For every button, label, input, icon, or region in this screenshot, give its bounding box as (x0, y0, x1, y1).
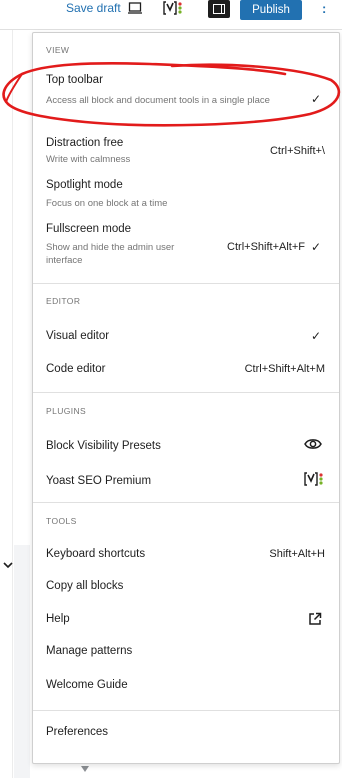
menu-item-description: Focus on one block at a time (46, 198, 168, 209)
menu-item-label: Yoast SEO Premium (46, 475, 152, 487)
menu-item-manage-patterns[interactable]: Manage patterns (33, 638, 339, 666)
menu-item-label: Spotlight mode (46, 179, 123, 191)
preview-icon[interactable] (128, 2, 142, 14)
menu-item-label: Block Visibility Presets (46, 440, 161, 452)
menu-divider (33, 502, 339, 503)
menu-item-label: Distraction free (46, 137, 124, 149)
menu-item-label: Visual editor (46, 330, 110, 342)
menu-item-label: Copy all blocks (46, 580, 124, 592)
yoast-icon (304, 472, 323, 486)
keyboard-shortcut: Ctrl+Shift+\ (269, 145, 325, 157)
menu-item-label: Keyboard shortcuts (46, 548, 146, 560)
eye-icon (304, 439, 322, 449)
menu-item-help[interactable]: Help (33, 606, 339, 634)
section-header-editor: EDITOR (46, 296, 81, 306)
yoast-toolbar-icon[interactable] (163, 0, 185, 16)
menu-item-label: Top toolbar (46, 74, 103, 86)
menu-item-welcome-guide[interactable]: Welcome Guide (33, 671, 339, 699)
settings-panel-button[interactable] (208, 0, 230, 18)
menu-item-label: Help (46, 613, 70, 625)
menu-item-fullscreen-mode[interactable]: Fullscreen mode Show and hide the admin … (33, 219, 339, 275)
menu-divider (33, 710, 339, 711)
menu-item-description: Show and hide the admin user interface (46, 242, 175, 266)
keyboard-shortcut: Ctrl+Shift+Alt+F (227, 241, 305, 253)
sidebar-toggle-icon (213, 4, 225, 14)
menu-item-label: Welcome Guide (46, 679, 128, 691)
checkmark-icon: ✓ (310, 240, 321, 254)
menu-item-label: Preferences (46, 726, 109, 738)
menu-item-top-toolbar[interactable]: Top toolbar Access all block and documen… (33, 69, 339, 119)
section-header-view: VIEW (46, 45, 70, 55)
menu-item-preferences[interactable]: Preferences (33, 719, 339, 749)
scroll-down-arrow-icon[interactable] (81, 766, 89, 772)
menu-item-copy-all-blocks[interactable]: Copy all blocks (33, 573, 339, 601)
menu-item-description: Access all block and document tools in a… (46, 95, 270, 106)
menu-item-keyboard-shortcuts[interactable]: Keyboard shortcuts Shift+Alt+H (33, 541, 339, 569)
keyboard-shortcut: Ctrl+Shift+Alt+M (244, 363, 325, 375)
external-link-icon (309, 612, 322, 625)
save-draft-button[interactable]: Save draft (66, 1, 121, 15)
publish-button[interactable]: Publish (240, 0, 302, 20)
menu-item-description: Write with calmness (46, 154, 131, 165)
keyboard-shortcut: Shift+Alt+H (269, 548, 325, 560)
checkmark-icon: ✓ (310, 329, 321, 343)
menu-item-spotlight-mode[interactable]: Spotlight mode Focus on one block at a t… (33, 175, 339, 213)
options-menu-button[interactable]: : (322, 1, 326, 16)
menu-divider (33, 283, 339, 284)
menu-item-code-editor[interactable]: Code editor Ctrl+Shift+Alt+M (33, 356, 339, 384)
editor-top-toolbar: Save draft Publish : (0, 0, 342, 30)
section-header-plugins: PLUGINS (46, 406, 87, 416)
section-header-tools: TOOLS (46, 516, 77, 526)
chevron-down-icon[interactable] (3, 560, 13, 570)
menu-item-label: Manage patterns (46, 645, 133, 657)
editor-canvas-edge (0, 30, 13, 778)
menu-item-block-visibility-presets[interactable]: Block Visibility Presets (33, 432, 339, 462)
menu-divider (33, 392, 339, 393)
checkmark-icon: ✓ (310, 92, 321, 106)
options-dropdown-menu: VIEW Top toolbar Access all block and do… (32, 32, 340, 764)
menu-item-distraction-free[interactable]: Distraction free Write with calmness Ctr… (33, 133, 339, 169)
menu-item-label: Fullscreen mode (46, 223, 132, 235)
menu-item-label: Code editor (46, 363, 106, 375)
editor-canvas-background (14, 545, 30, 778)
menu-item-visual-editor[interactable]: Visual editor ✓ (33, 323, 339, 351)
menu-item-yoast-seo-premium[interactable]: Yoast SEO Premium (33, 467, 339, 497)
